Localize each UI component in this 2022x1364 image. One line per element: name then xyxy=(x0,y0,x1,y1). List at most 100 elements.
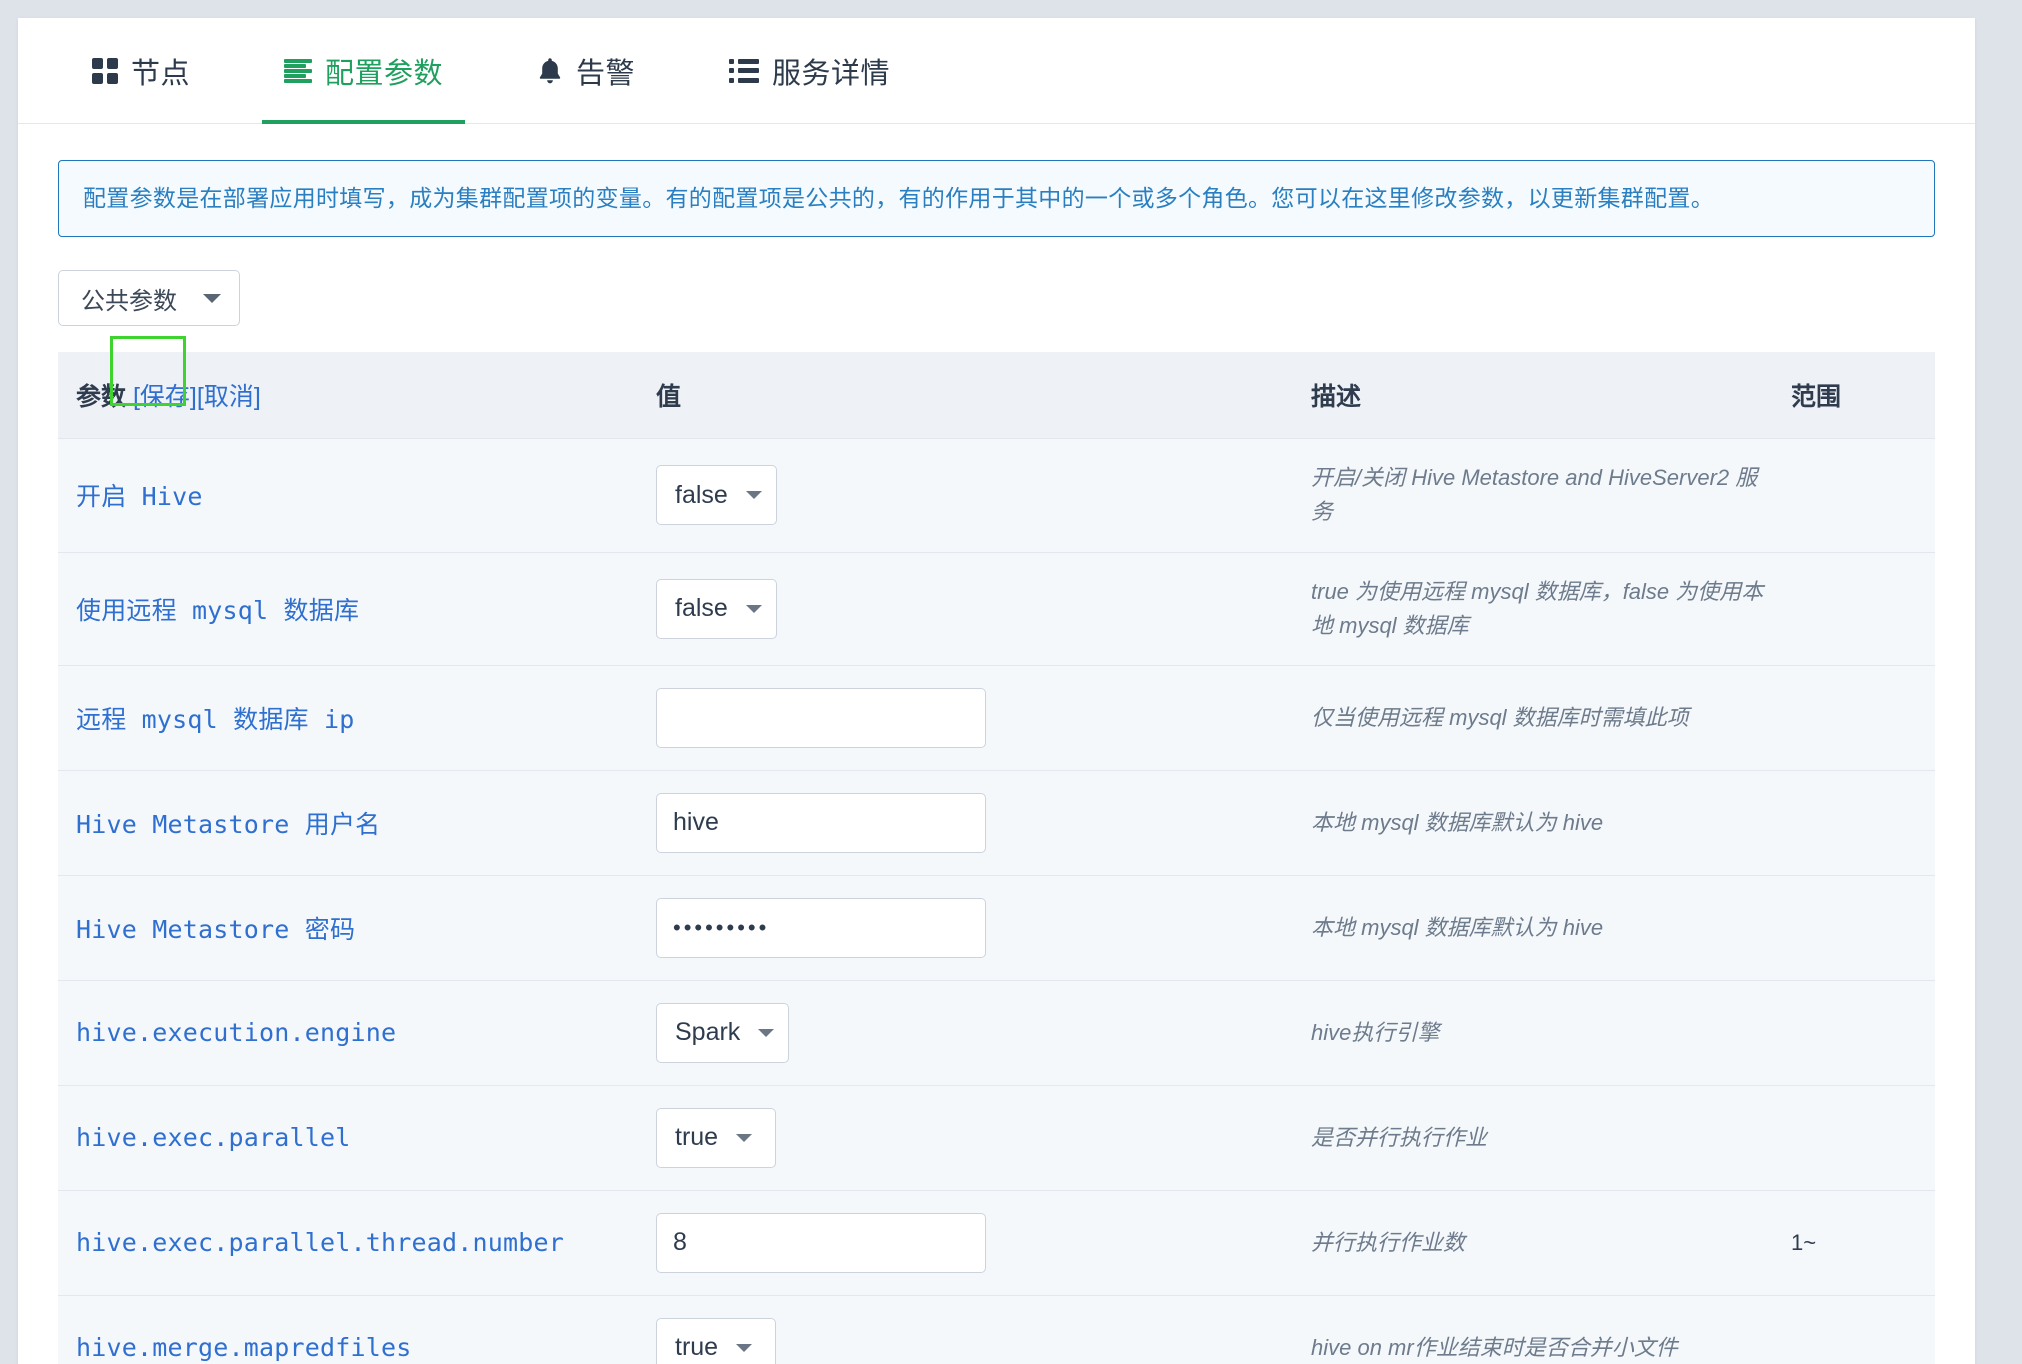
table-row: 开启 Hive false 开启/关闭 Hive Metastore and Hiv… xyxy=(58,438,1935,553)
param-value-cell xyxy=(638,1190,1293,1296)
table-row: 使用远程 mysql 数据库 false true 为使用远程 mysql 数据库，… xyxy=(58,552,1935,666)
column-header-desc: 描述 xyxy=(1293,352,1773,440)
param-name-cell: 开启 Hive xyxy=(58,438,638,553)
param-range xyxy=(1773,1295,1935,1364)
bell-icon xyxy=(537,57,563,85)
table-row: Hive Metastore 密码 本地 mysql 数据库默认为 hive xyxy=(58,875,1935,981)
table-body: 开启 Hive false 开启/关闭 Hive Metastore and Hiv… xyxy=(58,438,1935,1364)
tab-bar: 节点 配置参数 告警 服务详情 xyxy=(18,18,1975,124)
param-select[interactable]: Spark xyxy=(656,1002,790,1063)
info-banner: 配置参数是在部署应用时填写，成为集群配置项的变量。有的配置项是公共的，有的作用于… xyxy=(58,160,1935,238)
content-card: 节点 配置参数 告警 服务详情 配置参数是在部署应用时填写，成为集群配置项的变量… xyxy=(18,18,1975,1364)
grid-icon xyxy=(92,57,118,84)
param-name-cell: hive.execution.engine xyxy=(58,980,638,1086)
param-range xyxy=(1773,875,1935,981)
table-row: hive.execution.engine Spark hive执行引擎 xyxy=(58,980,1935,1086)
param-name: hive.exec.parallel.thread.number xyxy=(76,1228,565,1258)
tab-service-detail[interactable]: 服务详情 xyxy=(693,18,926,124)
param-value-cell xyxy=(638,770,1293,876)
scope-select-wrapper: 公共参数 xyxy=(58,270,1935,327)
scope-select-value: 公共参数 xyxy=(81,287,177,315)
param-select-value: Spark xyxy=(675,1018,741,1047)
param-name-cell: Hive Metastore 用户名 xyxy=(58,770,638,876)
cancel-link[interactable]: [取消] xyxy=(197,383,261,411)
param-select[interactable]: true xyxy=(656,1107,776,1168)
param-select-value: true xyxy=(675,1123,719,1152)
tab-alarms-label: 告警 xyxy=(576,57,636,90)
chevron-down-icon xyxy=(745,491,762,500)
column-header-name: 参数 [保存][取消] xyxy=(58,352,638,440)
table-row: hive.exec.parallel true 是否并行执行作业 xyxy=(58,1085,1935,1191)
param-range xyxy=(1773,665,1935,771)
param-name: 远程 mysql 数据库 ip xyxy=(76,704,355,734)
param-name-cell: hive.merge.mapredfiles xyxy=(58,1295,638,1364)
param-description: 本地 mysql 数据库默认为 hive xyxy=(1293,770,1773,876)
tab-config-params-label: 配置参数 xyxy=(325,57,444,90)
param-description: hive on mr作业结束时是否合并小文件 xyxy=(1293,1295,1773,1364)
param-range: 1~ xyxy=(1773,1190,1935,1296)
param-description: 开启/关闭 Hive Metastore and HiveServer2 服务 xyxy=(1293,438,1773,553)
param-text-input[interactable] xyxy=(656,792,986,853)
param-name-cell: hive.exec.parallel.thread.number xyxy=(58,1190,638,1296)
column-header-value: 值 xyxy=(638,352,1293,440)
param-value-cell: false xyxy=(638,552,1293,666)
header-actions: [保存][取消] xyxy=(133,383,261,411)
param-name: hive.exec.parallel xyxy=(76,1123,351,1153)
param-select[interactable]: false xyxy=(656,578,777,639)
lines-icon xyxy=(284,58,313,83)
param-range xyxy=(1773,770,1935,876)
param-description: 是否并行执行作业 xyxy=(1293,1085,1773,1191)
page-body: 配置参数是在部署应用时填写，成为集群配置项的变量。有的配置项是公共的，有的作用于… xyxy=(18,124,1975,1364)
param-select[interactable]: true xyxy=(656,1317,776,1364)
column-header-name-label: 参数 xyxy=(76,383,127,412)
chevron-down-icon xyxy=(736,1133,753,1142)
table-row: Hive Metastore 用户名 本地 mysql 数据库默认为 hive xyxy=(58,770,1935,876)
param-name: 开启 Hive xyxy=(76,482,203,512)
param-description: 仅当使用远程 mysql 数据库时需填此项 xyxy=(1293,665,1773,771)
tab-nodes-label: 节点 xyxy=(131,57,191,90)
tab-alarms[interactable]: 告警 xyxy=(501,18,671,124)
param-value-cell: true xyxy=(638,1085,1293,1191)
param-name-cell: Hive Metastore 密码 xyxy=(58,875,638,981)
column-header-range: 范围 xyxy=(1773,352,1935,440)
param-description: true 为使用远程 mysql 数据库，false 为使用本地 mysql 数… xyxy=(1293,552,1773,666)
tab-service-detail-label: 服务详情 xyxy=(772,57,891,90)
save-link[interactable]: [保存] xyxy=(133,383,197,411)
param-text-input[interactable] xyxy=(656,687,986,748)
tab-config-params[interactable]: 配置参数 xyxy=(248,18,479,124)
table-row: 远程 mysql 数据库 ip 仅当使用远程 mysql 数据库时需填此项 xyxy=(58,665,1935,771)
param-description: 并行执行作业数 xyxy=(1293,1190,1773,1296)
param-select[interactable]: false xyxy=(656,465,777,526)
param-name: Hive Metastore 用户名 xyxy=(76,809,381,839)
param-range xyxy=(1773,552,1935,666)
table-row: hive.merge.mapredfiles true hive on mr作业结束… xyxy=(58,1295,1935,1364)
param-name: hive.execution.engine xyxy=(76,1018,397,1048)
tab-nodes[interactable]: 节点 xyxy=(56,18,226,124)
config-params-table: 参数 [保存][取消] 值 描述 范围 开启 Hive false 开启/关闭 Hi… xyxy=(58,352,1935,1364)
param-name: 使用远程 mysql 数据库 xyxy=(76,595,360,625)
param-name: Hive Metastore 密码 xyxy=(76,914,356,944)
param-name-cell: hive.exec.parallel xyxy=(58,1085,638,1191)
param-value-cell: Spark xyxy=(638,980,1293,1086)
chevron-down-icon xyxy=(736,1343,753,1352)
param-select-value: true xyxy=(675,1333,719,1362)
scope-select[interactable]: 公共参数 xyxy=(58,270,240,327)
chevron-down-icon xyxy=(203,293,221,303)
param-name-cell: 使用远程 mysql 数据库 xyxy=(58,552,638,666)
param-value-cell xyxy=(638,665,1293,771)
param-select-value: false xyxy=(675,594,728,623)
param-text-input[interactable] xyxy=(656,1212,986,1273)
param-description: 本地 mysql 数据库默认为 hive xyxy=(1293,875,1773,981)
param-name: hive.merge.mapredfiles xyxy=(76,1333,412,1363)
param-range xyxy=(1773,1085,1935,1191)
page-root: 节点 配置参数 告警 服务详情 配置参数是在部署应用时填写，成为集群配置项的变量… xyxy=(0,0,2022,1364)
table-header: 参数 [保存][取消] 值 描述 范围 xyxy=(58,352,1935,440)
param-value-cell: true xyxy=(638,1295,1293,1364)
param-value-cell xyxy=(638,875,1293,981)
param-name-cell: 远程 mysql 数据库 ip xyxy=(58,665,638,771)
bullet-list-icon xyxy=(729,58,760,83)
param-password-input[interactable] xyxy=(656,897,986,958)
table-header-row: 参数 [保存][取消] 值 描述 范围 xyxy=(58,352,1935,440)
param-range xyxy=(1773,980,1935,1086)
param-range xyxy=(1773,438,1935,553)
